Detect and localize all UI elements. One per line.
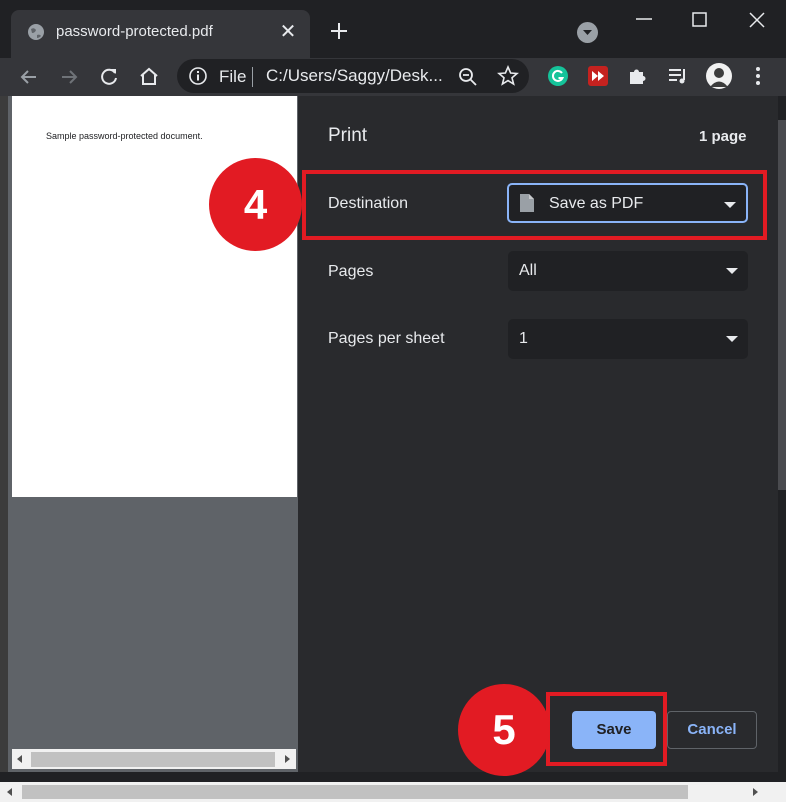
settings-scroll-thumb[interactable] <box>778 120 786 490</box>
url-separator <box>252 67 253 87</box>
info-icon[interactable] <box>188 66 208 86</box>
step-4-badge: 4 <box>209 158 302 251</box>
scroll-left-icon[interactable] <box>14 753 26 765</box>
extension-forward-icon[interactable] <box>587 65 609 87</box>
save-highlight-box <box>546 692 667 766</box>
chevron-down-icon <box>726 268 738 274</box>
print-title: Print <box>328 125 368 146</box>
tab-title: password-protected.pdf <box>56 23 213 40</box>
chevron-down-icon <box>726 336 738 342</box>
new-tab-icon[interactable] <box>326 18 352 44</box>
menu-kebab-icon[interactable] <box>748 65 768 87</box>
grammarly-icon[interactable] <box>547 65 569 87</box>
close-tab-icon[interactable]: ✕ <box>276 20 300 44</box>
destination-highlight-box <box>302 170 767 240</box>
reload-icon[interactable] <box>96 64 122 90</box>
close-window-icon[interactable] <box>729 0 785 40</box>
browser-tab[interactable]: password-protected.pdf ✕ <box>11 10 310 58</box>
url-text[interactable]: C:/Users/Saggy/Desk... <box>266 66 443 86</box>
pages-per-sheet-select[interactable]: 1 <box>508 319 748 359</box>
maximize-icon[interactable] <box>672 0 728 40</box>
extensions-puzzle-icon[interactable] <box>626 65 648 87</box>
back-icon[interactable] <box>16 64 42 90</box>
sheet-count: 1 page <box>699 128 747 145</box>
home-icon[interactable] <box>136 64 162 90</box>
pages-label: Pages <box>328 263 374 280</box>
preview-scroll-thumb[interactable] <box>31 752 275 767</box>
minimize-icon[interactable] <box>616 0 672 40</box>
pages-select[interactable]: All <box>508 251 748 291</box>
media-control-icon[interactable] <box>666 65 690 87</box>
bookmark-star-icon[interactable] <box>496 64 520 88</box>
preview-page-text: Sample password-protected document. <box>46 131 203 141</box>
preview-page <box>12 96 297 497</box>
cancel-button[interactable]: Cancel <box>667 711 757 749</box>
scroll-left-icon[interactable] <box>4 786 16 798</box>
pages-per-sheet-label: Pages per sheet <box>328 330 445 347</box>
tab-search-icon[interactable] <box>577 22 598 43</box>
globe-icon <box>28 24 44 40</box>
preview-background-strip <box>0 96 8 772</box>
scroll-right-icon[interactable] <box>281 753 293 765</box>
pages-value: All <box>519 262 537 279</box>
url-scheme-label: File <box>219 67 247 86</box>
pages-per-sheet-value: 1 <box>519 330 528 347</box>
profile-avatar[interactable] <box>705 62 733 90</box>
window-scroll-thumb[interactable] <box>22 785 688 799</box>
zoom-out-icon[interactable] <box>456 65 480 89</box>
scroll-right-icon[interactable] <box>749 786 761 798</box>
forward-icon[interactable] <box>56 64 82 90</box>
step-5-badge: 5 <box>458 684 550 776</box>
